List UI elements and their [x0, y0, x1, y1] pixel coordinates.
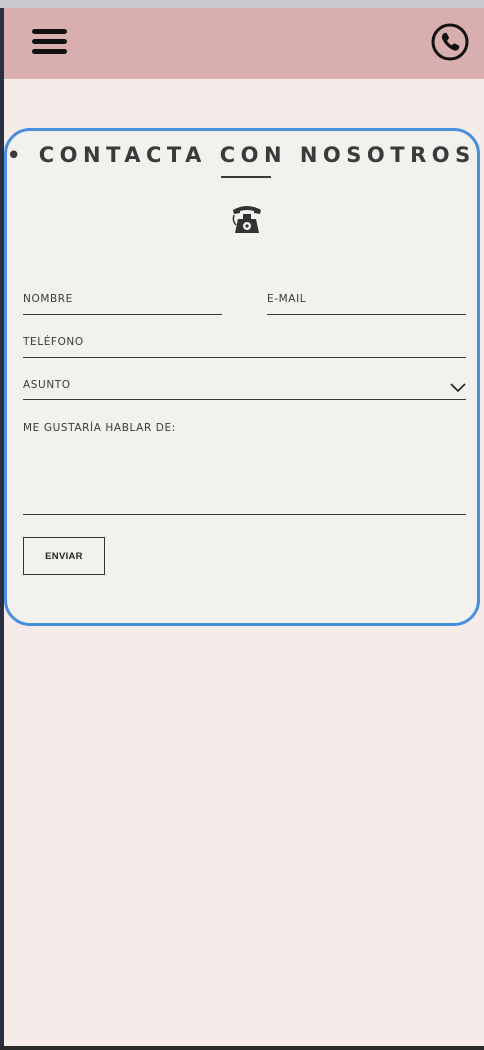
menu-bar-top: [32, 29, 67, 34]
message-textarea[interactable]: [23, 514, 466, 515]
phone-circle-icon: [431, 23, 469, 61]
subject-select[interactable]: [23, 399, 466, 400]
form-title: • CONTACTA CON NOSOTROS •: [7, 143, 484, 167]
title-underline: [221, 176, 271, 178]
send-button[interactable]: ENVIAR: [23, 537, 105, 575]
phone-input[interactable]: [23, 357, 466, 358]
top-strip: [0, 0, 484, 8]
bottom-edge: [0, 1046, 484, 1050]
email-label: E-MAIL: [267, 293, 307, 305]
name-label: NOMBRE: [23, 293, 73, 305]
call-button[interactable]: [430, 22, 470, 62]
menu-button[interactable]: [32, 28, 68, 56]
menu-bar-bottom: [32, 49, 67, 54]
message-label: ME GUSTARÍA HABLAR DE:: [23, 422, 176, 434]
site-header: [4, 8, 484, 79]
chevron-down-icon[interactable]: [449, 381, 467, 393]
subject-label: ASUNTO: [23, 379, 71, 391]
name-input[interactable]: [23, 314, 222, 315]
contact-form-card: • CONTACTA CON NOSOTROS • NOMBRE E-MAIL …: [4, 128, 484, 626]
email-input[interactable]: [267, 314, 466, 315]
menu-bar-middle: [32, 39, 67, 44]
page: • CONTACTA CON NOSOTROS • NOMBRE E-MAIL …: [0, 0, 484, 1050]
vintage-telephone-icon: [232, 206, 261, 233]
phone-label: TELÉFONO: [23, 336, 84, 348]
